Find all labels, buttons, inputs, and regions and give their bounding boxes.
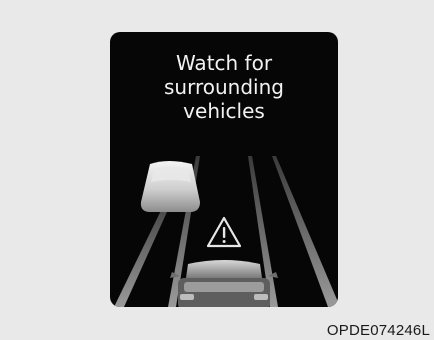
warning-triangle-icon (206, 216, 242, 248)
figure-code: OPDE074246L (326, 322, 430, 339)
road-scene (114, 156, 338, 307)
right-lane-line (272, 156, 338, 307)
cluster-display: Watch for surrounding vehicles (110, 32, 338, 307)
side-vehicle-icon (140, 161, 200, 212)
own-vehicle-icon (170, 260, 278, 307)
